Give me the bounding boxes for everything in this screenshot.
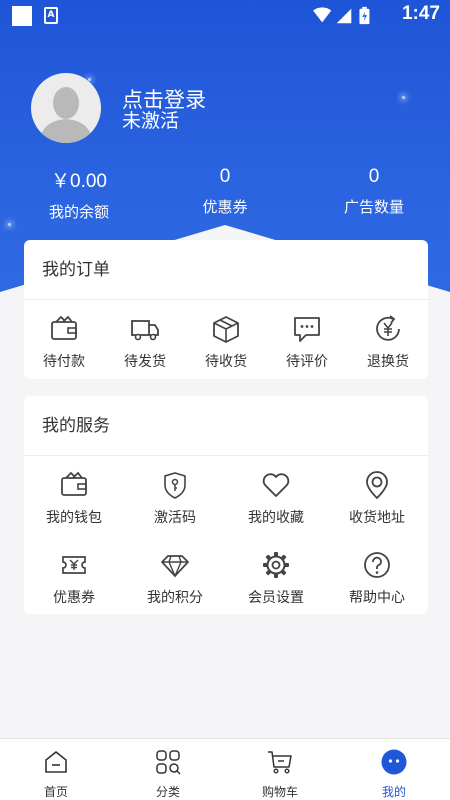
service-wallet-label: 我的钱包 (46, 510, 102, 526)
tab-category-label: 分类 (155, 785, 180, 799)
service-wallet[interactable]: 我的钱包 (34, 470, 114, 527)
comment-icon (294, 317, 320, 342)
coupon-stat[interactable]: 0 优惠券 (165, 166, 285, 217)
tab-home[interactable]: 首页 (0, 739, 112, 800)
profile-icon (381, 749, 407, 775)
gear-icon (263, 552, 289, 578)
balance-value: ￥0.00 (51, 171, 107, 192)
services-title: 我的服务 (24, 396, 428, 456)
service-member-settings-label: 会员设置 (248, 590, 304, 606)
avatar[interactable] (31, 73, 101, 143)
coupon-icon (62, 556, 86, 574)
order-pending-receipt-label: 待收货 (205, 354, 247, 370)
ad-label: 广告数量 (343, 198, 404, 216)
tab-profile[interactable]: 我的 (338, 739, 450, 800)
order-refund[interactable]: 退换货 (348, 314, 428, 371)
ad-stat[interactable]: 0 广告数量 (314, 166, 434, 217)
service-coupons[interactable]: 优惠券 (34, 550, 114, 607)
truck-icon (131, 320, 159, 341)
cart-icon (268, 751, 292, 774)
order-pending-review[interactable]: 待评价 (267, 314, 347, 371)
help-icon (364, 552, 390, 578)
service-address-label: 收货地址 (349, 510, 405, 526)
order-refund-label: 退换货 (367, 354, 409, 370)
user-silhouette-icon (39, 87, 93, 143)
service-member-settings[interactable]: 会员设置 (236, 550, 316, 607)
wallet-icon (51, 315, 77, 340)
diamond-icon (161, 555, 189, 578)
keyboard-a-icon: A (44, 7, 58, 24)
tab-cart-label: 购物车 (261, 785, 298, 799)
coupon-label: 优惠券 (202, 198, 248, 216)
bottom-tab-bar: 首页 分类 购物车 我的 (0, 738, 450, 800)
service-points-label: 我的积分 (147, 590, 203, 606)
service-activation-code-label: 激活码 (154, 510, 196, 526)
status-bar: A 1:47 (0, 0, 450, 32)
decor-star (402, 96, 405, 99)
service-help-center[interactable]: 帮助中心 (337, 550, 417, 607)
balance-stat[interactable]: ￥0.00 我的余额 (19, 166, 139, 222)
package-icon (213, 316, 239, 343)
order-pending-payment-label: 待付款 (43, 354, 85, 370)
service-coupons-label: 优惠券 (53, 590, 95, 606)
coupon-count: 0 (219, 166, 231, 187)
category-icon (156, 750, 181, 775)
clock: 1:47 (401, 3, 440, 24)
service-points[interactable]: 我的积分 (135, 550, 215, 607)
wallet-icon (61, 471, 87, 496)
tab-profile-label: 我的 (381, 785, 406, 799)
activation-status: 未激活 (122, 110, 180, 132)
refund-icon (376, 315, 400, 341)
status-icons (313, 6, 370, 25)
orders-card: 我的订单 待付款 待发货 待收货 待评价 退换货 (24, 240, 428, 379)
tab-cart[interactable]: 购物车 (224, 739, 336, 800)
service-favorites[interactable]: 我的收藏 (236, 470, 316, 527)
orders-title[interactable]: 我的订单 (24, 240, 428, 300)
ad-count: 0 (368, 166, 380, 187)
decor-star (8, 223, 11, 226)
battery-icon (359, 6, 370, 25)
signal-icon (336, 8, 352, 24)
heart-icon (262, 473, 290, 497)
order-pending-shipment-label: 待发货 (124, 354, 166, 370)
service-help-center-label: 帮助中心 (349, 590, 405, 606)
wifi-icon (313, 7, 332, 23)
service-activation-code[interactable]: 激活码 (135, 470, 215, 527)
balance-label: 我的余额 (48, 203, 109, 221)
tab-category[interactable]: 分类 (112, 739, 224, 800)
tab-home-label: 首页 (43, 785, 68, 799)
service-favorites-label: 我的收藏 (248, 510, 304, 526)
home-icon (45, 751, 67, 773)
order-pending-payment[interactable]: 待付款 (24, 314, 104, 371)
shield-key-icon (164, 472, 186, 499)
location-icon (366, 471, 388, 500)
order-pending-receipt[interactable]: 待收货 (186, 314, 266, 371)
services-card: 我的服务 我的钱包 激活码 我的收藏 收货地址 优惠券 我的积分 会员设置 帮助… (24, 396, 428, 614)
order-pending-review-label: 待评价 (286, 354, 328, 370)
notification-square-icon (12, 6, 32, 26)
order-pending-shipment[interactable]: 待发货 (105, 314, 185, 371)
service-address[interactable]: 收货地址 (337, 470, 417, 527)
